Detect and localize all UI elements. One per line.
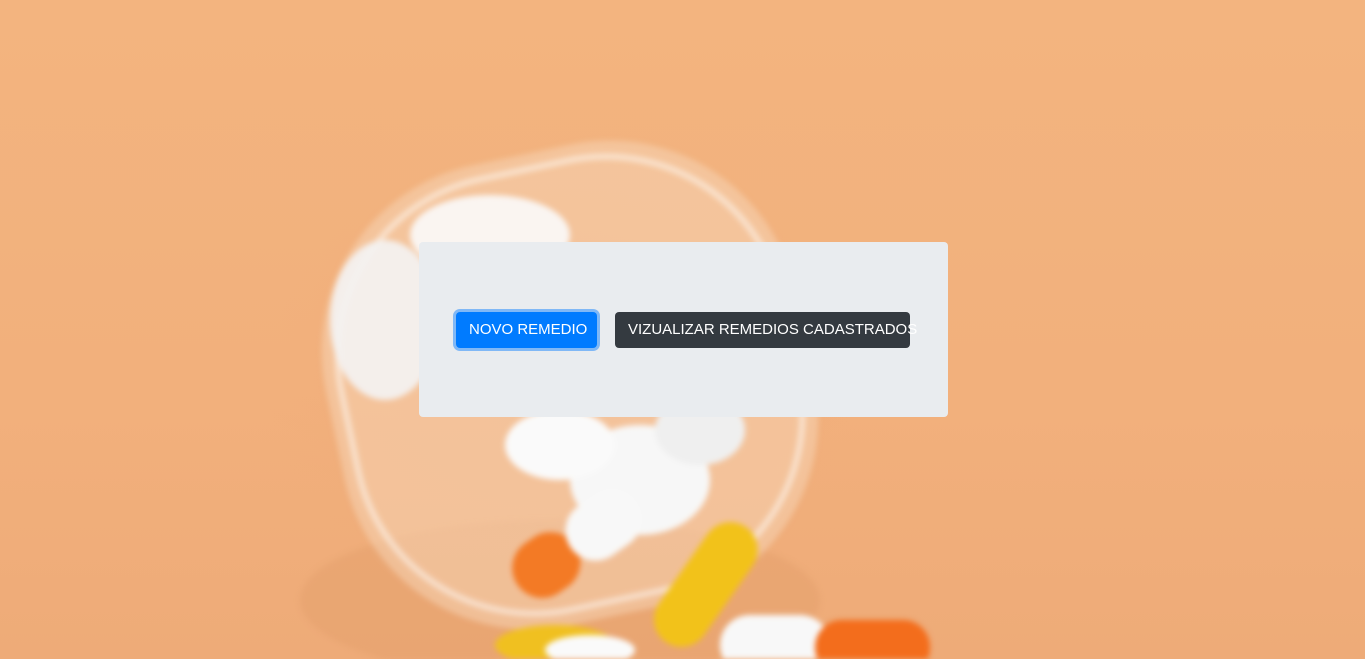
actions-card: NOVO REMEDIO VIZUALIZAR REMEDIOS CADASTR… [419, 242, 948, 417]
new-remedy-button[interactable]: NOVO REMEDIO [456, 312, 597, 348]
view-remedies-button[interactable]: VIZUALIZAR REMEDIOS CADASTRADOS [615, 312, 917, 348]
